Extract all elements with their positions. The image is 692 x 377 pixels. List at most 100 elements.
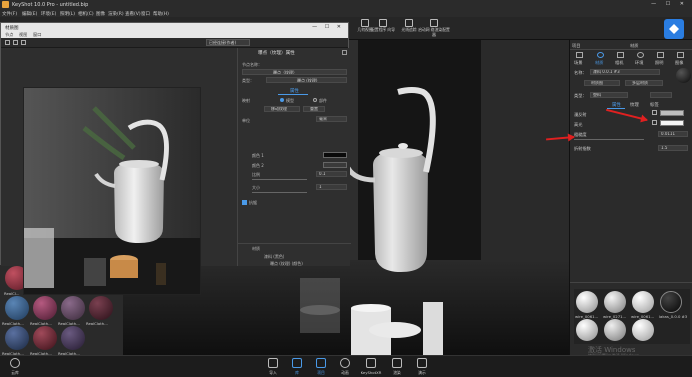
menu-image[interactable]: 图像: [96, 11, 105, 17]
project-button[interactable]: 项目: [310, 358, 332, 377]
texture-link-icon[interactable]: [652, 110, 657, 115]
library-thumb[interactable]: [33, 296, 57, 320]
material-thumb[interactable]: [604, 319, 626, 341]
ray-tracing-icon: [405, 19, 413, 27]
scale-input[interactable]: 0.1: [316, 171, 347, 177]
subtab-labels[interactable]: 标签: [650, 102, 659, 108]
keyshotxr-button[interactable]: KeyShotXR: [360, 358, 382, 377]
material-graph-button[interactable]: 材质图: [584, 80, 620, 86]
present-icon: [417, 358, 427, 368]
refraction-input[interactable]: 1.5: [658, 145, 688, 151]
menu-file[interactable]: 文件(F): [2, 11, 17, 17]
material-graph-window[interactable]: 材质图 — ☐ ✕ 节点 视图 窗口 已经连接(作者) 曝点（纹理）属性 节点名…: [0, 22, 351, 295]
float-window-toolbar: 已经连接(作者): [1, 38, 348, 48]
menu-render[interactable]: 渲染(R): [108, 11, 124, 17]
animation-button[interactable]: 动画: [334, 358, 356, 377]
material-thumbs: wire_0061... wire_0271... wire_0061... l…: [574, 289, 690, 344]
lighting-tab-icon[interactable]: [657, 52, 664, 58]
menu-view[interactable]: 查看(V): [125, 11, 141, 17]
extra-field[interactable]: [650, 92, 672, 98]
menu-lighting[interactable]: 照明(L): [60, 11, 75, 17]
network-render-button[interactable]: 启动网 络渲染配置器: [418, 19, 450, 38]
image-tab-icon[interactable]: [677, 52, 684, 58]
roughness-input[interactable]: 0.0111: [658, 131, 688, 137]
material-thumb[interactable]: [632, 319, 654, 341]
size-slider[interactable]: [252, 192, 307, 193]
library-icon: [292, 358, 302, 368]
environment-tab-icon[interactable]: [637, 52, 644, 58]
color1-label: 颜色 1: [252, 153, 264, 158]
present-button[interactable]: 演示: [411, 358, 433, 377]
library-thumb[interactable]: [33, 326, 57, 350]
window-controls[interactable]: — ☐ ✕: [651, 1, 688, 7]
material-thumb-label: lakas_0.0.0 #3: [659, 314, 688, 319]
texture-link-icon[interactable]: [652, 120, 657, 125]
size-input[interactable]: 1: [316, 184, 347, 190]
menu-environment[interactable]: 环境(E): [41, 11, 56, 17]
unit-select[interactable]: 毫米: [316, 116, 347, 122]
mode-model-radio[interactable]: [280, 98, 284, 102]
subtab-textures[interactable]: 纹理: [630, 102, 639, 108]
mode-model-label: 模型: [286, 98, 294, 103]
node-panel-header: 曝点（纹理）属性: [258, 51, 295, 56]
tree-item[interactable]: 曝点 (纹理) (颜色): [270, 261, 303, 267]
multi-material-button[interactable]: 多层材质: [625, 80, 663, 86]
menu-camera[interactable]: 相机(C): [78, 11, 94, 17]
material-type-select[interactable]: 塑料: [590, 92, 628, 98]
scene-tab-icon[interactable]: [576, 52, 583, 58]
material-thumb[interactable]: [576, 319, 598, 341]
reset-button[interactable]: 重置: [303, 106, 325, 112]
float-window-controls[interactable]: — ☐ ✕: [312, 24, 344, 30]
roughness-slider[interactable]: [574, 139, 644, 140]
diffuse-swatch[interactable]: [660, 110, 684, 116]
network-icon: [430, 19, 438, 27]
cloud-library-button[interactable]: 云库: [4, 358, 26, 377]
scale-slider[interactable]: [252, 179, 307, 180]
material-thumb[interactable]: [660, 291, 682, 313]
animation-icon: [340, 358, 350, 368]
camera-tab-icon[interactable]: [617, 52, 624, 58]
cloud-icon: [10, 358, 20, 368]
ray-tracing-button[interactable]: 光线追踪: [399, 19, 419, 38]
tool-icon[interactable]: [5, 40, 10, 45]
specular-swatch[interactable]: [660, 120, 684, 126]
library-button[interactable]: 库: [286, 358, 308, 377]
connect-status[interactable]: 已经连接(作者): [206, 39, 250, 46]
scale-label: 比例: [252, 172, 260, 177]
library-thumb[interactable]: [5, 296, 29, 320]
close-icon[interactable]: [342, 50, 347, 55]
keyshot-logo-icon: [2, 1, 9, 8]
material-name-input[interactable]: 漆料 0.0.1 #3: [590, 69, 660, 75]
material-tab-icon[interactable]: [597, 52, 604, 58]
menu-help[interactable]: 帮助(H): [153, 11, 169, 17]
keyshot-app-icon: [664, 19, 684, 39]
import-button[interactable]: 导入: [262, 358, 284, 377]
render-button[interactable]: 渲染: [386, 358, 408, 377]
menu-window[interactable]: 窗口: [141, 11, 150, 17]
tool-icon[interactable]: [13, 40, 18, 45]
tool-icon[interactable]: [21, 40, 26, 45]
library-thumb[interactable]: [61, 296, 85, 320]
mode-part-radio[interactable]: [313, 98, 317, 102]
material-thumb[interactable]: [604, 291, 626, 313]
project-icon: [316, 358, 326, 368]
configurator-wizard-button[interactable]: 配置程序 向导: [371, 19, 395, 38]
library-thumb[interactable]: [89, 296, 113, 320]
float-window-titlebar[interactable]: 材质图 — ☐ ✕: [1, 23, 348, 31]
menu-edit[interactable]: 编辑(E): [22, 11, 37, 17]
move-texture-button[interactable]: 移动纹理: [264, 106, 300, 112]
library-thumb[interactable]: [61, 326, 85, 350]
float-window-title: 材质图: [5, 25, 19, 31]
color2-swatch[interactable]: [323, 162, 347, 168]
library-thumb[interactable]: [5, 326, 29, 350]
node-name-input[interactable]: 曝点（纹理）: [242, 69, 347, 75]
tree-item[interactable]: 漆料 (黑色): [264, 254, 284, 260]
divider: [238, 243, 351, 244]
library-thumb-label: RealCloth...: [30, 321, 52, 326]
size-label: 大小: [252, 185, 260, 190]
color1-swatch[interactable]: [323, 152, 347, 158]
material-thumb[interactable]: [576, 291, 598, 313]
material-tree-title: 材质: [252, 246, 260, 251]
material-thumb[interactable]: [632, 291, 654, 313]
antialias-checkbox[interactable]: [242, 200, 247, 205]
